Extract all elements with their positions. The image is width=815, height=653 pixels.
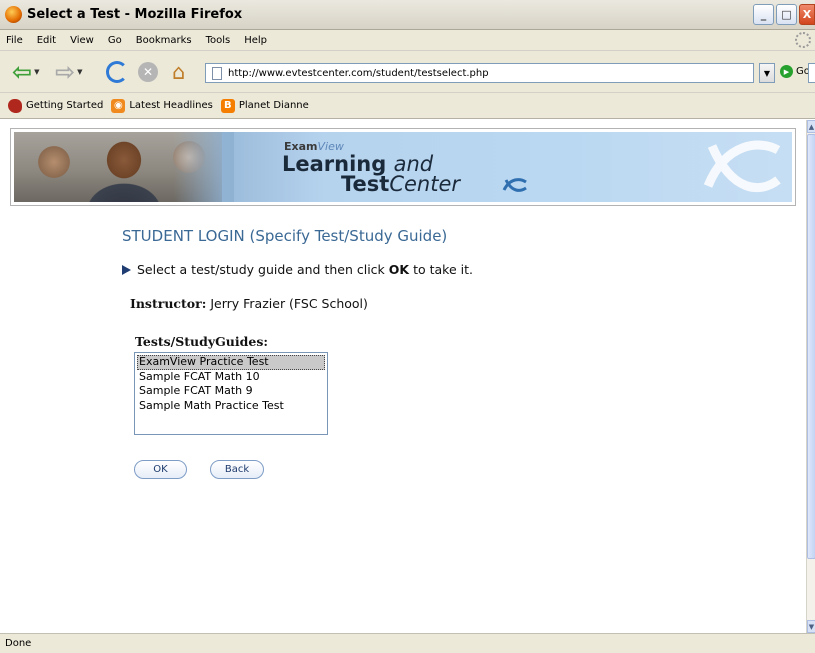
bookmark-latest-headlines[interactable]: ◉ Latest Headlines: [111, 98, 213, 113]
menu-bookmarks[interactable]: Bookmarks: [129, 35, 199, 46]
home-button[interactable]: ⌂: [172, 60, 185, 84]
chevron-down-icon: ▼: [763, 68, 771, 78]
status-text: Done: [5, 638, 32, 649]
stop-button[interactable]: ✕: [138, 60, 158, 84]
blogger-icon: B: [220, 98, 235, 113]
chevron-down-icon[interactable]: ▼: [34, 68, 39, 76]
bookmark-planet-dianne[interactable]: B Planet Dianne: [220, 98, 309, 113]
instructor-label: Instructor:: [130, 296, 207, 311]
scroll-up-icon[interactable]: ▲: [807, 120, 815, 133]
tests-label: Tests/StudyGuides:: [135, 334, 268, 349]
minimize-button[interactable]: _: [753, 4, 774, 25]
rss-icon: ◉: [111, 98, 126, 113]
reload-button[interactable]: [106, 60, 128, 84]
navigation-toolbar: ⇦ ▼ ⇨ ▼ ✕ ⌂ ▼ ▶ Go: [0, 51, 815, 93]
brand-test: Test: [341, 172, 390, 196]
forward-arrow-icon: ⇨: [55, 58, 76, 86]
tests-listbox[interactable]: ExamView Practice Test Sample FCAT Math …: [134, 352, 328, 435]
swoosh-watermark-icon: [703, 140, 781, 193]
back-nav-button[interactable]: ⇦ ▼: [12, 60, 40, 84]
back-arrow-icon: ⇦: [12, 58, 33, 86]
forward-nav-button[interactable]: ⇨ ▼: [55, 60, 83, 84]
bookmarks-toolbar: Getting Started ◉ Latest Headlines B Pla…: [0, 93, 815, 119]
status-bar: Done: [0, 633, 815, 653]
vertical-scrollbar[interactable]: ▲ ▼: [806, 120, 815, 633]
firefox-icon: [5, 6, 22, 23]
scroll-thumb[interactable]: [807, 134, 815, 559]
back-button[interactable]: Back: [210, 460, 264, 479]
window-controls: _ □ X: [753, 4, 815, 26]
bullet-arrow-icon: [122, 264, 131, 275]
search-box[interactable]: [808, 63, 815, 83]
menu-go[interactable]: Go: [101, 35, 129, 46]
bookmark-label: Getting Started: [26, 100, 104, 111]
throbber-icon: [795, 32, 811, 48]
page-title: STUDENT LOGIN (Specify Test/Study Guide): [122, 227, 448, 245]
window-titlebar[interactable]: Select a Test - Mozilla Firefox _ □ X: [0, 0, 815, 30]
window-title: Select a Test - Mozilla Firefox: [27, 7, 243, 22]
banner-image: ExamView Learning and TestCenter: [14, 132, 792, 202]
instruction-line: Select a test/study guide and then click…: [137, 262, 473, 277]
ok-button[interactable]: OK: [134, 460, 187, 479]
bookmark-label: Planet Dianne: [238, 100, 309, 111]
instruction-pre: Select a test/study guide and then click: [137, 262, 385, 277]
close-button[interactable]: X: [799, 4, 815, 25]
instructor-value: Jerry Frazier (FSC School): [210, 296, 368, 311]
stop-icon: ✕: [138, 62, 158, 82]
list-option-fcat-math-10[interactable]: Sample FCAT Math 10: [137, 370, 325, 385]
menu-help[interactable]: Help: [237, 35, 274, 46]
url-input[interactable]: [228, 67, 708, 79]
instruction-post: to take it.: [413, 262, 473, 277]
go-button[interactable]: ▶ Go: [780, 65, 810, 78]
list-option-fcat-math-9[interactable]: Sample FCAT Math 9: [137, 384, 325, 399]
brand-center: Center: [389, 172, 461, 196]
firefox-icon: [8, 98, 22, 113]
banner-fade: [174, 132, 234, 202]
instructor-info: Instructor: Jerry Frazier (FSC School): [130, 296, 368, 311]
list-option-examview-practice[interactable]: ExamView Practice Test: [137, 355, 325, 370]
instruction-ok: OK: [388, 262, 410, 277]
menu-view[interactable]: View: [63, 35, 101, 46]
address-bar[interactable]: [205, 63, 754, 83]
menu-file[interactable]: File: [0, 35, 30, 46]
menu-edit[interactable]: Edit: [30, 35, 63, 46]
swoosh-logo-icon: [502, 178, 527, 192]
bookmark-getting-started[interactable]: Getting Started: [8, 98, 104, 113]
page-icon: [212, 66, 222, 80]
brand-line-2: TestCenter: [341, 172, 460, 196]
menu-tools[interactable]: Tools: [199, 35, 238, 46]
list-option-math-practice[interactable]: Sample Math Practice Test: [137, 399, 325, 414]
maximize-button[interactable]: □: [776, 4, 797, 25]
instruction-text: Select a test/study guide and then click…: [122, 262, 473, 277]
scroll-down-icon[interactable]: ▼: [807, 620, 815, 633]
page-content: ExamView Learning and TestCenter STUDENT…: [0, 120, 806, 633]
go-icon: ▶: [780, 65, 793, 78]
url-dropdown-button[interactable]: ▼: [759, 63, 775, 83]
bookmark-label: Latest Headlines: [129, 100, 213, 111]
site-banner: ExamView Learning and TestCenter: [10, 128, 796, 206]
menu-bar: File Edit View Go Bookmarks Tools Help: [0, 30, 815, 51]
home-icon: ⌂: [172, 59, 186, 84]
reload-icon: [106, 61, 128, 83]
chevron-down-icon[interactable]: ▼: [77, 68, 82, 76]
